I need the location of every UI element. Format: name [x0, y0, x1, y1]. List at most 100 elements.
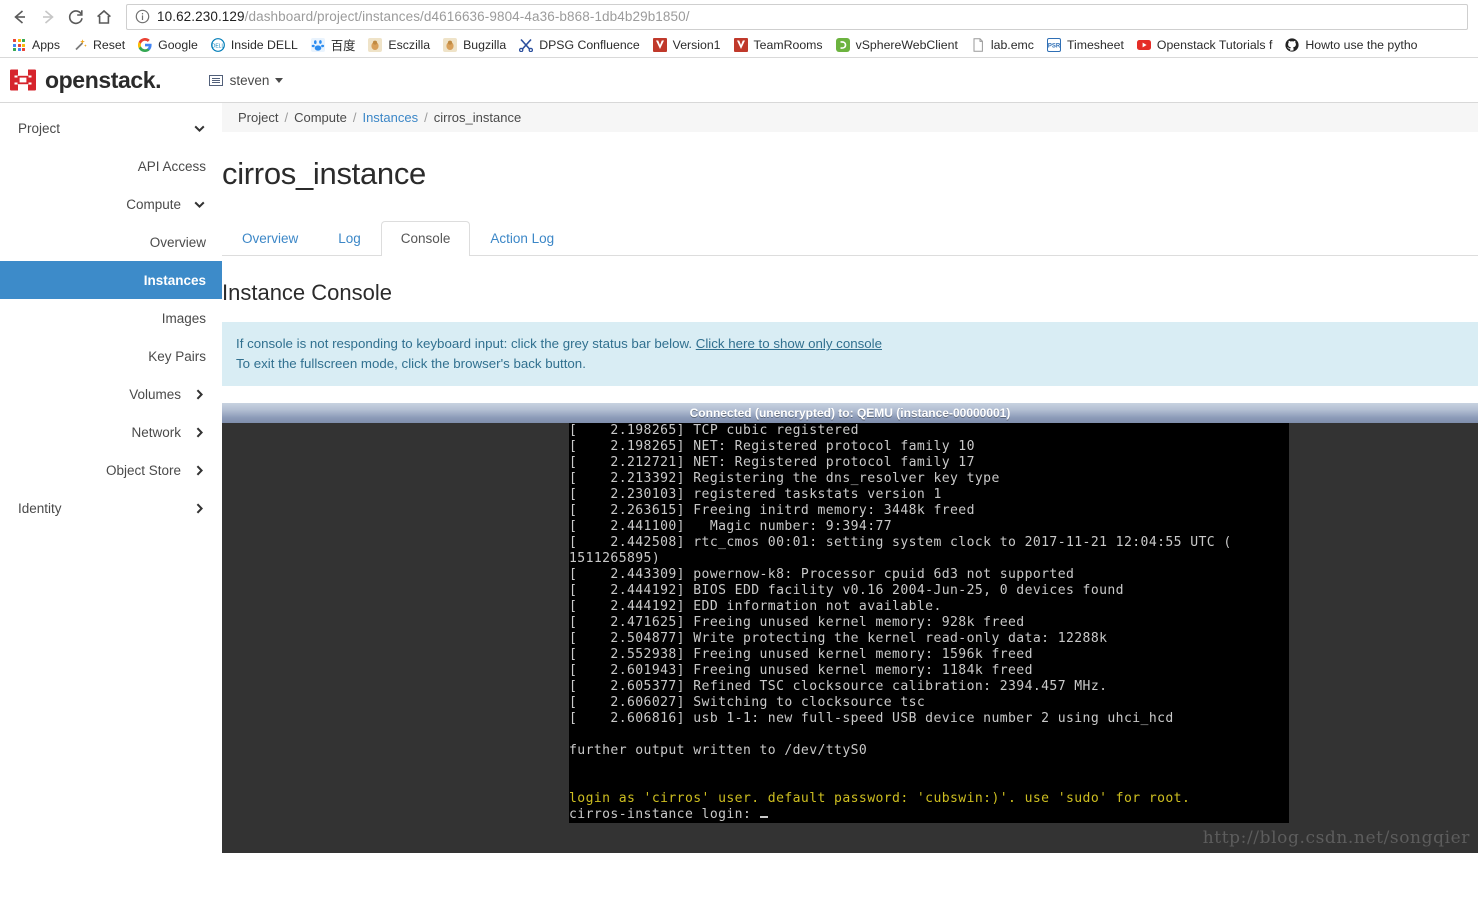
breadcrumb-item-project: Project: [238, 110, 279, 125]
bookmark-label: TeamRooms: [753, 38, 823, 52]
console-line: [ 2.471625] Freeing unused kernel memory…: [569, 615, 1025, 630]
sidebar-item-label: Volumes: [129, 386, 181, 402]
home-button[interactable]: [90, 3, 118, 31]
sidebar-nav: Project API Access Compute Overview Instance…: [0, 103, 222, 905]
console-help-alert: If console is not responding to keyboard…: [222, 322, 1478, 386]
breadcrumb-separator: /: [284, 110, 289, 125]
breadcrumb: Project / Compute / Instances / cirros_instanc…: [222, 103, 1478, 132]
bookmark-label: Google: [158, 38, 198, 52]
tab-log[interactable]: Log: [318, 221, 381, 256]
bookmark-vspherewebclient[interactable]: vSphereWebClient: [830, 34, 965, 56]
console-line: [ 2.263615] Freeing initrd memory: 3448k…: [569, 503, 975, 518]
console-line: [ 2.213392] Registering the dns_resolver…: [569, 471, 1000, 486]
bookmark-label: Howto use the pytho: [1305, 38, 1418, 52]
tab-bar: Overview Log Console Action Log: [222, 214, 1478, 256]
console-help-line1: If console is not responding to keyboard…: [236, 334, 1464, 354]
sidebar-item-volumes[interactable]: Volumes: [0, 375, 222, 413]
forward-button[interactable]: [34, 3, 62, 31]
console-line: 1511265895): [569, 551, 661, 566]
chevron-right-icon: [193, 426, 206, 439]
page-info-icon[interactable]: [135, 9, 150, 24]
magic-wand-icon: [72, 37, 88, 53]
user-menu[interactable]: steven: [208, 72, 284, 88]
bookmark-timesheet[interactable]: PSR Timesheet: [1041, 34, 1131, 56]
openstack-logo[interactable]: openstack.: [10, 67, 162, 94]
tab-console[interactable]: Console: [380, 221, 471, 256]
tab-overview[interactable]: Overview: [222, 221, 318, 256]
console-terminal[interactable]: [ 2.198265] TCP cubic registered[ 2.1982…: [569, 423, 1289, 823]
bookmark-teamrooms[interactable]: TeamRooms: [728, 34, 830, 56]
sidebar-item-instances[interactable]: Instances: [0, 261, 222, 299]
bookmark-apps[interactable]: Apps: [6, 34, 67, 56]
bookmark-reset[interactable]: Reset: [67, 34, 132, 56]
show-only-console-link[interactable]: Click here to show only console: [696, 336, 882, 351]
bookmark-lab-emc[interactable]: lab.emc: [965, 34, 1041, 56]
openstack-mark-icon: [10, 69, 36, 91]
sidebar-item-object-store[interactable]: Object Store: [0, 451, 222, 489]
bookmark-howto-use-the-pytho[interactable]: Howto use the pytho: [1279, 34, 1424, 56]
bookmark-inside-dell[interactable]: DELL Inside DELL: [205, 34, 305, 56]
breadcrumb-item-compute: Compute: [294, 110, 347, 125]
bookmark-bugzilla[interactable]: Bugzilla: [437, 34, 513, 56]
bookmark-openstack-tutorials-f[interactable]: Openstack Tutorials f: [1131, 34, 1280, 56]
sidebar-item-api-access[interactable]: API Access: [0, 147, 222, 185]
console-line: login as 'cirros' user. default password…: [569, 791, 1191, 806]
user-card-icon: [208, 74, 223, 86]
sidebar-item-key-pairs[interactable]: Key Pairs: [0, 337, 222, 375]
chevron-down-icon: [193, 122, 206, 135]
chevron-down-icon: [193, 198, 206, 211]
browser-toolbar: 10.62.230.129/dashboard/project/instance…: [0, 0, 1478, 33]
bookmark-label: lab.emc: [990, 38, 1034, 52]
bookmark-[interactable]: 百度: [305, 34, 363, 56]
bugzilla-icon: [367, 37, 383, 53]
console-line: [ 2.442508] rtc_cmos 00:01: setting syst…: [569, 535, 1232, 550]
vnc-status-bar[interactable]: Connected (unencrypted) to: QEMU (instan…: [222, 403, 1478, 423]
sidebar-item-label: Project: [18, 120, 61, 136]
youtube-icon: [1136, 37, 1152, 53]
bookmark-dpsg-confluence[interactable]: DPSG Confluence: [513, 34, 646, 56]
version1-icon: [652, 37, 668, 53]
sidebar-item-identity[interactable]: Identity: [0, 489, 222, 527]
console-line: [ 2.443309] powernow-k8: Processor cpuid…: [569, 567, 1075, 582]
sidebar-item-compute[interactable]: Compute: [0, 185, 222, 223]
sidebar-item-label: Compute: [126, 196, 181, 212]
bookmark-version1[interactable]: Version1: [647, 34, 728, 56]
bookmark-label: DPSG Confluence: [539, 38, 640, 52]
console-line: [ 2.212721] NET: Registered protocol fam…: [569, 455, 975, 470]
bookmark-label: Openstack Tutorials f: [1156, 38, 1273, 52]
bookmark-google[interactable]: Google: [132, 34, 205, 56]
breadcrumb-item-cirros-instance: cirros_instance: [433, 110, 522, 125]
console-line: [ 2.605377] Refined TSC clocksource cali…: [569, 679, 1108, 694]
console-line: further output written to /dev/ttyS0: [569, 743, 868, 758]
sidebar-item-images[interactable]: Images: [0, 299, 222, 337]
sidebar-item-overview[interactable]: Overview: [0, 223, 222, 261]
section-title: Instance Console: [222, 280, 392, 305]
reload-button[interactable]: [62, 3, 90, 31]
sidebar-item-network[interactable]: Network: [0, 413, 222, 451]
url-path: /dashboard/project/instances/d4616636-98…: [244, 9, 690, 24]
back-button[interactable]: [6, 3, 34, 31]
dell-circle-icon: DELL: [210, 37, 226, 53]
terminal-cursor: [759, 816, 768, 818]
browser-chrome: 10.62.230.129/dashboard/project/instance…: [0, 0, 1478, 58]
vnc-canvas-area[interactable]: [ 2.198265] TCP cubic registered[ 2.1982…: [222, 423, 1478, 853]
chevron-right-icon: [193, 388, 206, 401]
bookmark-esczilla[interactable]: Esczilla: [362, 34, 437, 56]
tab-action-log[interactable]: Action Log: [470, 221, 574, 256]
console-line: [ 2.504877] Write protecting the kernel …: [569, 631, 1108, 646]
bookmark-label: Version1: [672, 38, 721, 52]
console-line: [ 2.444192] EDD information not availabl…: [569, 599, 942, 614]
chevron-right-icon: [193, 502, 206, 515]
user-menu-label: steven: [229, 72, 270, 88]
sidebar-item-label: Key Pairs: [148, 348, 206, 364]
address-bar[interactable]: 10.62.230.129/dashboard/project/instance…: [126, 3, 1468, 30]
sidebar-item-project[interactable]: Project: [0, 109, 222, 147]
openstack-wordmark: openstack: [45, 66, 156, 93]
breadcrumb-item-instances[interactable]: Instances: [362, 110, 418, 125]
url-host: 10.62.230.129: [157, 9, 245, 24]
main-content: Project / Compute / Instances / cirros_instanc…: [222, 103, 1478, 905]
vnc-console: Connected (unencrypted) to: QEMU (instan…: [222, 403, 1478, 853]
bookmark-label: Inside DELL: [230, 38, 298, 52]
